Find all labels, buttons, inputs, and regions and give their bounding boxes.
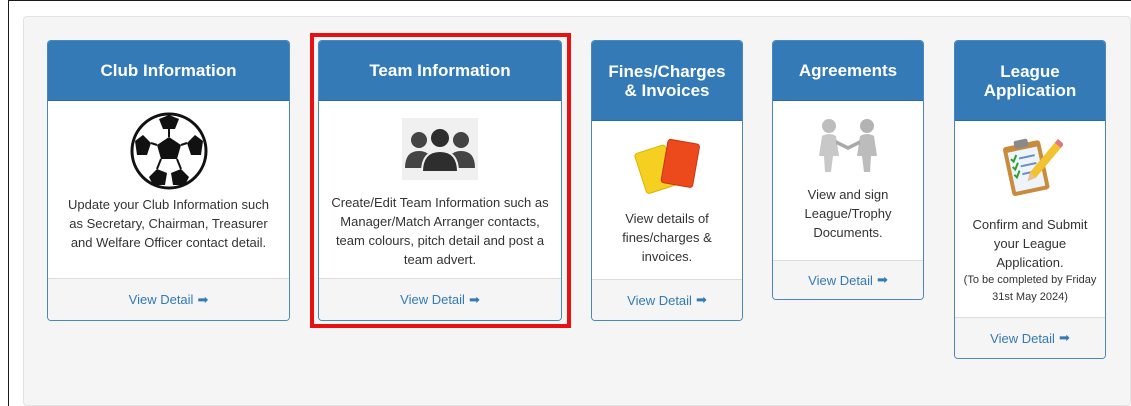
card-body: Update your Club Information such as Sec… [48, 101, 289, 252]
view-detail-link[interactable]: View Detail ➡ [592, 279, 742, 320]
view-detail-label: View Detail [990, 330, 1055, 346]
card-body: View and sign League/Trophy Documents. [773, 101, 923, 242]
view-detail-label: View Detail [627, 292, 692, 308]
soccer-ball-icon [62, 111, 275, 191]
view-detail-label: View Detail [128, 292, 194, 307]
view-detail-link[interactable]: View Detail ➡ [955, 317, 1105, 358]
agreements-card: Agreements View and sign League/Trophy D… [772, 40, 924, 300]
card-title: Agreements [773, 41, 923, 101]
arrow-right-icon: ➡ [197, 291, 209, 307]
card-description: View and sign League/Trophy Documents. [804, 187, 892, 240]
card-title: League Application [955, 41, 1105, 121]
handshake-icon [781, 115, 915, 175]
team-information-card: Team Information Create/Edit Team Inform… [318, 40, 562, 321]
card-title: Club Information [48, 41, 289, 101]
view-detail-label: View Detail [400, 292, 465, 307]
card-description: Update your Club Information such as Sec… [68, 197, 269, 250]
view-detail-link[interactable]: View Detail ➡ [48, 278, 289, 320]
clipboard-checklist-icon [961, 131, 1099, 201]
card-body: Confirm and Submit your League Applicati… [955, 121, 1105, 306]
arrow-right-icon: ➡ [468, 291, 480, 307]
deadline-note: (To be completed by Friday 31st May 2024… [963, 274, 1097, 303]
penalty-cards-icon [600, 135, 734, 197]
card-description: Create/Edit Team Information such as Man… [331, 195, 549, 267]
club-information-card: Club Information Update your Club Inform… [47, 40, 290, 321]
view-detail-link[interactable]: View Detail ➡ [773, 260, 923, 299]
fines-charges-card: Fines/Charges & Invoices View details of… [591, 40, 743, 321]
arrow-right-icon: ➡ [1058, 330, 1070, 345]
card-title: Team Information [319, 41, 561, 101]
card-description: View details of fines/charges & invoices… [622, 211, 712, 264]
league-application-card: League Application Confirm and Submit yo… [954, 40, 1106, 359]
card-body: View details of fines/charges & invoices… [592, 121, 742, 266]
view-detail-link[interactable]: View Detail ➡ [319, 278, 561, 320]
card-description: Confirm and Submit your League Applicati… [972, 217, 1088, 270]
view-detail-label: View Detail [808, 272, 873, 288]
arrow-right-icon: ➡ [695, 292, 707, 307]
arrow-right-icon: ➡ [876, 272, 888, 287]
team-people-icon [331, 113, 549, 185]
card-body: Create/Edit Team Information such as Man… [319, 101, 561, 269]
card-title: Fines/Charges & Invoices [592, 41, 742, 121]
